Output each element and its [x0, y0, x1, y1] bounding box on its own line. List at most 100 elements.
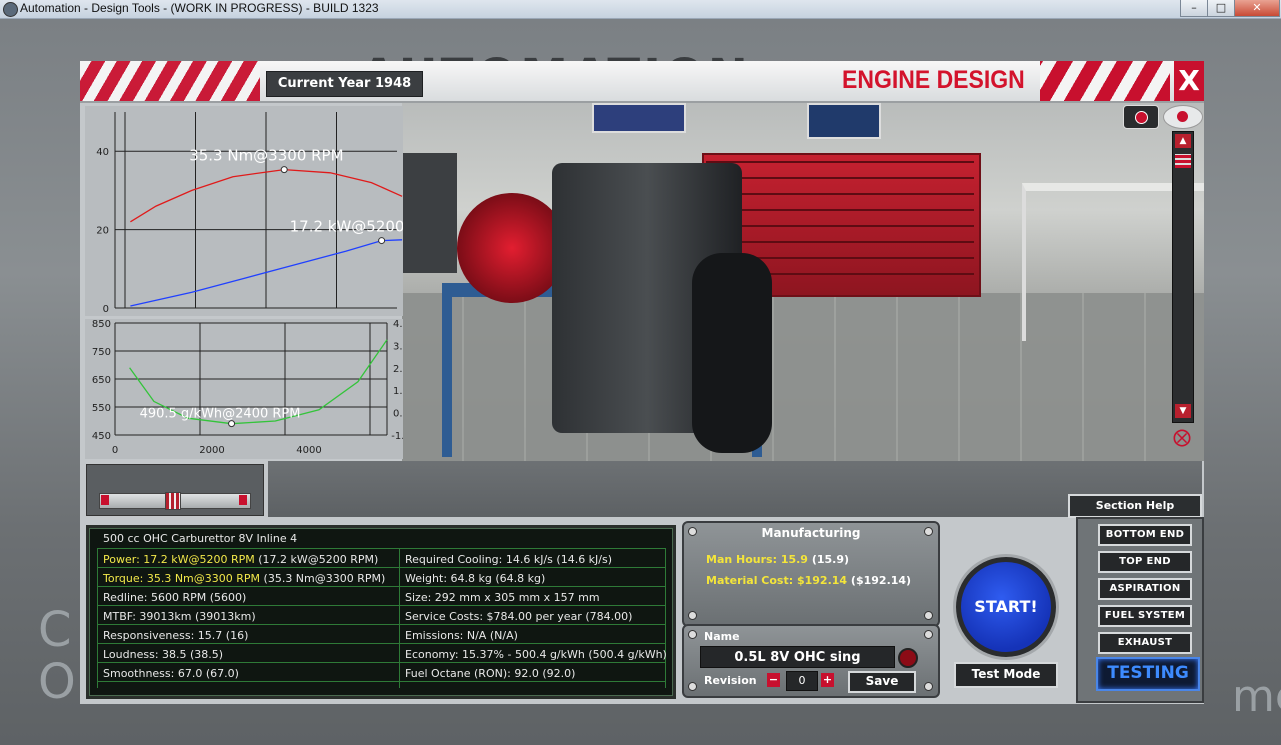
engine-name-input[interactable]: [700, 646, 895, 668]
section-bottom-end-button[interactable]: BOTTOM END: [1098, 524, 1192, 546]
zoom-scrollbar[interactable]: ▲ ▼: [1172, 131, 1194, 423]
stat-value: Redline: 5600 RPM: [103, 591, 207, 604]
section-fuel-system-button[interactable]: FUEL SYSTEM: [1098, 605, 1192, 627]
name-randomize-icon[interactable]: [898, 648, 918, 668]
engine-design-window: Current Year 1948 ENGINE DESIGN X ▲ ▼ ⨂ …: [80, 61, 1204, 704]
eye-icon[interactable]: [1163, 105, 1203, 129]
screw-icon: [924, 630, 933, 639]
y-tick-label: 750: [92, 347, 111, 358]
slider-knob[interactable]: [165, 492, 181, 510]
section-top-end-button[interactable]: TOP END: [1098, 551, 1192, 573]
y2-tick-label: 0.0: [393, 409, 403, 420]
stats-grid-line: [399, 548, 400, 688]
stats-grid-line: [97, 548, 98, 688]
stat-paren: (64.8 kg): [495, 572, 546, 585]
current-year-label: Current Year 1948: [266, 71, 423, 97]
torque-peak-label: 35.3 Nm@3300 RPM: [189, 147, 343, 165]
y-tick-label: 20: [96, 226, 109, 237]
stat-value: Power: 17.2 kW@5200 RPM: [103, 553, 255, 566]
test-mode-button[interactable]: Test Mode: [954, 662, 1058, 688]
start-button[interactable]: START!: [956, 557, 1056, 657]
stats-grid-line: [97, 643, 665, 644]
stat-row: MTBF: 39013km (39013km): [103, 610, 256, 623]
screw-icon: [688, 611, 697, 620]
stat-row: Loudness: 38.5 (38.5): [103, 648, 223, 661]
y2-tick-label: 4.0: [393, 319, 403, 330]
y-tick-label: 850: [92, 319, 111, 330]
stat-value: Required Cooling: 14.6 kJ/s: [405, 553, 553, 566]
stat-row: Economy: 15.37% - 500.4 g/kWh (500.4 g/k…: [405, 648, 667, 661]
engine-stats-panel: 500 cc OHC Carburettor 8V Inline 4 Power…: [86, 525, 676, 699]
stat-row: Size: 292 mm x 305 mm x 157 mm: [405, 591, 600, 604]
revision-increment-button[interactable]: +: [821, 673, 834, 687]
scene-door: [402, 153, 457, 273]
header-stripes-left: [80, 61, 260, 101]
stats-grid-line: [665, 548, 666, 688]
stat-value: Responsiveness: 15.7: [103, 629, 223, 642]
stats-grid-line: [97, 624, 665, 625]
y2-tick-label: 3.0: [393, 341, 403, 352]
maximize-button[interactable]: □: [1207, 0, 1235, 17]
slider-left-arrow[interactable]: [101, 495, 109, 505]
section-help-button[interactable]: Section Help: [1068, 494, 1202, 518]
revision-decrement-button[interactable]: −: [767, 673, 780, 687]
section-aspiration-button[interactable]: ASPIRATION: [1098, 578, 1192, 600]
minimize-button[interactable]: –: [1180, 0, 1208, 17]
torque-power-chart: 40 20 0 35.3 Nm@3300 RPM 17.2 kW@5200 RPM: [85, 106, 403, 316]
stat-paren: (92.0): [542, 667, 576, 680]
stat-paren: (5600): [209, 591, 247, 604]
y-tick-label: 650: [92, 375, 111, 386]
stats-grid-line: [97, 605, 665, 606]
stat-paren: (500.4 g/kWh): [588, 648, 667, 661]
stats-grid-line: [97, 567, 665, 568]
man-hours-paren: (15.9): [811, 553, 850, 566]
x-tick-label: 0: [112, 445, 118, 456]
header-bar: Current Year 1948 ENGINE DESIGN X: [80, 61, 1204, 103]
power-peak-label: 17.2 kW@5200 RPM: [290, 218, 403, 236]
scroll-up-button[interactable]: ▲: [1175, 134, 1191, 148]
stat-value: Weight: 64.8 kg: [405, 572, 492, 585]
revision-label: Revision: [704, 674, 757, 687]
slider-right-arrow[interactable]: [239, 495, 247, 505]
stat-value: MTBF: 39013km: [103, 610, 192, 623]
testing-button[interactable]: TESTING: [1096, 657, 1200, 691]
stat-paren: (N/A): [489, 629, 518, 642]
save-button[interactable]: Save: [848, 671, 916, 693]
bsfc-min-label: 490.5 g/kWh@2400 RPM: [140, 407, 301, 422]
scene-poster: [592, 103, 686, 133]
stat-paren: (14.6 kJ/s): [556, 553, 613, 566]
stat-paren: (35.3 Nm@3300 RPM): [263, 572, 386, 585]
close-button[interactable]: X: [1174, 61, 1204, 101]
name-label: Name: [704, 630, 740, 643]
engine-flywheel: [457, 193, 567, 303]
stat-paren: (67.0): [205, 667, 239, 680]
y2-tick-label: -1.0: [391, 431, 403, 442]
y-tick-label: 40: [96, 147, 109, 158]
material-cost-value: Material Cost: $192.14: [706, 574, 848, 587]
stat-paren: (39013km): [195, 610, 256, 623]
engine-3d-view[interactable]: [402, 103, 1204, 461]
scene-poster: [807, 103, 881, 139]
background-text-right: me: [1232, 671, 1281, 722]
revision-value[interactable]: 0: [786, 671, 818, 691]
y2-tick-label: 2.0: [393, 364, 403, 375]
stat-paren: (17.2 kW@5200 RPM): [258, 553, 379, 566]
stat-row: Power: 17.2 kW@5200 RPM (17.2 kW@5200 RP…: [103, 553, 378, 566]
stat-value: Smoothness: 67.0: [103, 667, 203, 680]
window-title: Automation - Design Tools - (WORK IN PRO…: [20, 1, 379, 15]
scroll-thumb[interactable]: [1175, 154, 1191, 168]
window-titlebar: Automation - Design Tools - (WORK IN PRO…: [0, 0, 1281, 19]
stat-row: Required Cooling: 14.6 kJ/s (14.6 kJ/s): [405, 553, 612, 566]
stat-row: Emissions: N/A (N/A): [405, 629, 518, 642]
scroll-down-button[interactable]: ▼: [1175, 404, 1191, 418]
bottom-strip: [268, 461, 1202, 517]
bsfc-chart: 850 750 650 550 450 4.0 3.0 2.0 1.0 0.0 -1.0 0 2000 4…: [85, 319, 403, 459]
chart-background: [85, 106, 403, 316]
rotate-reset-icon[interactable]: ⨂: [1165, 427, 1199, 449]
section-exhaust-button[interactable]: EXHAUST: [1098, 632, 1192, 654]
screw-icon: [688, 630, 697, 639]
screw-icon: [924, 682, 933, 691]
window-close-button[interactable]: ✕: [1234, 0, 1280, 17]
stat-row: Redline: 5600 RPM (5600): [103, 591, 246, 604]
camera-icon[interactable]: [1123, 105, 1159, 129]
